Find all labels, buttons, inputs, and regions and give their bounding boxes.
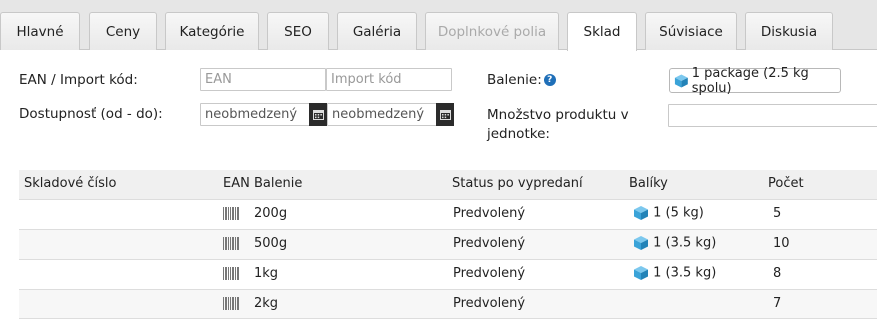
count-cell: 10 (773, 236, 790, 251)
count-cell: 7 (773, 296, 782, 311)
package-cell: 1kg (254, 266, 279, 281)
ean-import-label: EAN / Import kód: (19, 72, 138, 88)
package-cell: 200g (254, 206, 288, 221)
import-code-input[interactable]: Import kód (326, 68, 452, 91)
package-cell: 2kg (254, 296, 279, 311)
availability-label: Dostupnosť (od - do): (19, 106, 163, 122)
status-cell: Predvolený (453, 296, 526, 311)
quantity-label-line1: Množstvo produktu v (487, 107, 629, 123)
parcels-cell: 1 (3.5 kg) (633, 265, 716, 281)
package-cube-icon (674, 74, 688, 87)
parcels-cell: 1 (3.5 kg) (633, 235, 716, 251)
col-package: Balenie (254, 176, 303, 191)
package-button-label: 1 package (2.5 kg spolu) (691, 65, 809, 96)
parcels-text: 1 (3.5 kg) (653, 265, 717, 281)
barcode-icon[interactable] (223, 267, 239, 280)
calendar-from-icon[interactable] (309, 103, 327, 126)
quantity-label: Množstvo produktu v jednotke: (487, 106, 629, 144)
calendar-to-icon[interactable] (436, 103, 454, 126)
quantity-label-line2: jednotke: (487, 126, 550, 142)
barcode-icon[interactable] (223, 297, 239, 310)
tab-diskusia[interactable]: Diskusia (745, 12, 833, 50)
package-cube-icon (634, 206, 648, 220)
package-label: Balenie: (487, 72, 542, 88)
tab-kategorie[interactable]: Kategórie (165, 12, 259, 50)
count-cell: 5 (773, 206, 782, 221)
table-row[interactable]: 500g Predvolený 1 (3.5 kg) 10 (19, 229, 877, 259)
col-count: Počet (768, 176, 804, 191)
package-cube-icon (634, 266, 648, 280)
quantity-input[interactable] (668, 104, 877, 127)
table-row[interactable]: 200g Predvolený 1 (5 kg) 5 (19, 199, 877, 229)
tab-bar: Hlavné Ceny Kategórie SEO Galéria Doplnk… (0, 0, 877, 51)
tab-seo[interactable]: SEO (267, 12, 329, 50)
table-row[interactable]: 1kg Predvolený 1 (3.5 kg) 8 (19, 259, 877, 289)
tab-ceny[interactable]: Ceny (89, 12, 157, 50)
status-cell: Predvolený (453, 206, 526, 221)
package-label-wrap: Balenie:? (487, 70, 556, 90)
col-sku: Skladové číslo (24, 176, 117, 191)
package-cube-icon (634, 236, 648, 250)
tab-doplnkove-polia: Doplnkové polia (425, 12, 559, 50)
parcels-text: 1 (5 kg) (653, 205, 704, 221)
col-ean: EAN (223, 176, 250, 191)
count-cell: 8 (773, 266, 782, 281)
package-button[interactable]: 1 package (2.5 kg spolu) (669, 65, 841, 96)
package-cell: 500g (254, 236, 288, 251)
date-to-input[interactable]: neobmedzený (327, 103, 437, 126)
col-status: Status po vypredaní (452, 176, 583, 191)
tab-sklad[interactable]: Sklad (567, 12, 637, 51)
table-header: Skladové číslo EAN Balenie Status po vyp… (19, 170, 877, 199)
status-cell: Predvolený (453, 266, 526, 281)
tab-suvisiace[interactable]: Súvisiace (645, 12, 737, 50)
parcels-text: 1 (3.5 kg) (653, 235, 717, 251)
tab-galeria[interactable]: Galéria (337, 12, 417, 50)
tab-hlavne[interactable]: Hlavné (0, 12, 80, 50)
col-parcels: Balíky (629, 176, 668, 191)
status-cell: Predvolený (453, 236, 526, 251)
ean-input[interactable]: EAN (200, 68, 326, 91)
date-from-input[interactable]: neobmedzený (200, 103, 310, 126)
barcode-icon[interactable] (223, 237, 239, 250)
help-icon[interactable]: ? (543, 74, 556, 86)
table-row[interactable]: 2kg Predvolený 7 (19, 289, 877, 319)
barcode-icon[interactable] (223, 207, 239, 220)
parcels-cell: 1 (5 kg) (633, 205, 704, 221)
